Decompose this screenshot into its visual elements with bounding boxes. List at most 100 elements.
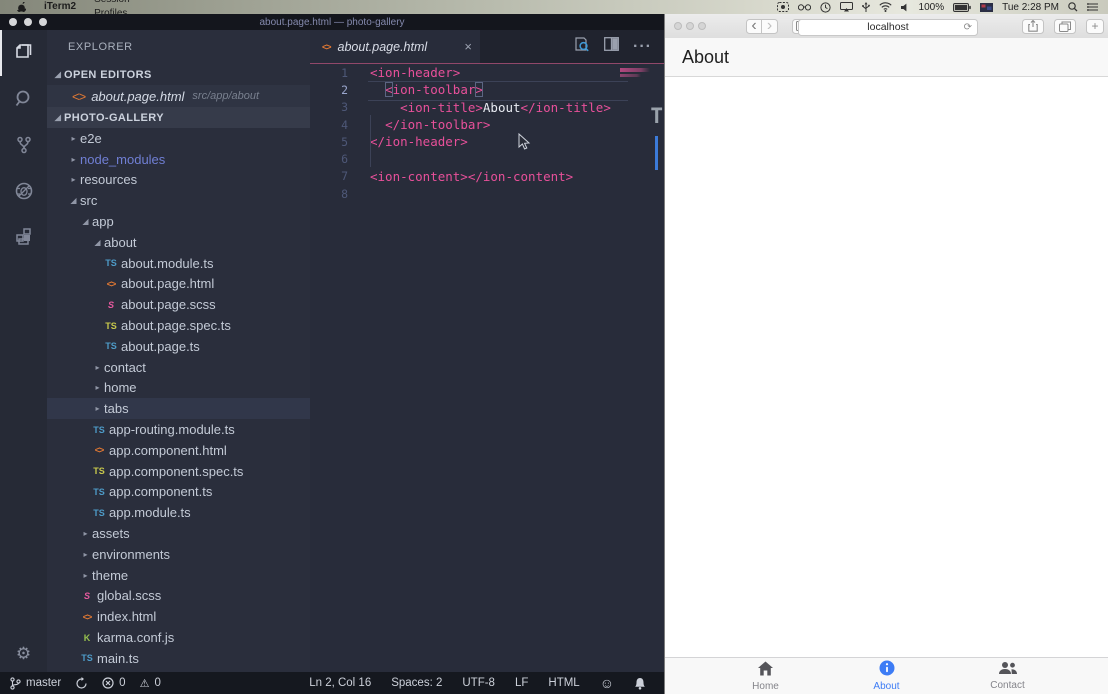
tree-file-about.module.ts[interactable]: TSabout.module.ts (47, 253, 310, 274)
sync-button[interactable] (75, 677, 88, 690)
tree-file-about.page.ts[interactable]: TSabout.page.ts (47, 336, 310, 357)
new-tab-button[interactable]: + (1086, 19, 1104, 34)
tree-folder-app[interactable]: ◢app (47, 211, 310, 232)
airplay-icon[interactable] (840, 2, 853, 12)
zoom-window-button[interactable] (39, 18, 47, 26)
tree-file-app.component.html[interactable]: <>app.component.html (47, 440, 310, 461)
code-line-2[interactable]: 2 <ion-toolbar> (310, 81, 664, 98)
tree-file-about.page.html[interactable]: <>about.page.html (47, 274, 310, 295)
wifi-icon[interactable] (879, 2, 892, 12)
close-tab-icon[interactable]: × (464, 39, 472, 54)
battery-icon[interactable] (953, 3, 971, 12)
apple-menu-icon[interactable] (8, 0, 35, 14)
tree-folder-src[interactable]: ◢src (47, 190, 310, 211)
tree-folder-contact[interactable]: ▸contact (47, 357, 310, 378)
tree-file-main.ts[interactable]: TSmain.ts (47, 648, 310, 669)
tree-folder-theme[interactable]: ▸theme (47, 565, 310, 586)
tree-file-app.component.spec.ts[interactable]: TSapp.component.spec.ts (47, 461, 310, 482)
spotlight-icon[interactable] (1068, 2, 1078, 12)
address-bar[interactable]: localhost ⟳ (798, 19, 978, 36)
menubar-app-name[interactable]: iTerm2 (35, 0, 85, 14)
code-line-6[interactable]: 6 (310, 150, 664, 167)
source-control-icon[interactable] (0, 122, 47, 168)
file-tree: ▸e2e▸node_modules▸resources◢src◢app◢abou… (47, 128, 310, 669)
notification-center-icon[interactable] (1087, 3, 1098, 12)
tree-folder-about[interactable]: ◢about (47, 232, 310, 253)
input-source-flag-icon[interactable] (980, 3, 993, 12)
forward-button[interactable]: › (762, 19, 778, 34)
tree-folder-assets[interactable]: ▸assets (47, 523, 310, 544)
tree-file-about.page.spec.ts[interactable]: TSabout.page.spec.ts (47, 315, 310, 336)
cursor-position[interactable]: Ln 2, Col 16 (299, 677, 381, 689)
tab-home[interactable]: Home (705, 658, 826, 694)
indentation-setting[interactable]: Spaces: 2 (381, 677, 452, 689)
close-window-button[interactable] (674, 22, 682, 30)
minimize-window-button[interactable] (686, 22, 694, 30)
code-editor[interactable]: 1<ion-header>2 <ion-toolbar>3 <ion-title… (310, 64, 664, 672)
code-line-7[interactable]: 7<ion-content></ion-content> (310, 168, 664, 185)
indent-guide (370, 115, 371, 167)
language-mode[interactable]: HTML (538, 677, 589, 689)
project-header[interactable]: ◢ PHOTO-GALLERY (47, 107, 310, 128)
feedback-smiley-icon[interactable]: ☺ (590, 675, 624, 691)
code-line-3[interactable]: 3 <ion-title>About</ion-title> (310, 99, 664, 116)
reload-icon[interactable]: ⟳ (964, 22, 972, 33)
git-branch-indicator[interactable]: master (10, 677, 61, 690)
tab-about[interactable]: About (826, 658, 947, 694)
vscode-traffic-lights[interactable] (9, 18, 47, 26)
extensions-icon[interactable] (0, 214, 47, 260)
open-editor-item[interactable]: <> about.page.html src/app/about (47, 85, 310, 107)
close-window-button[interactable] (9, 18, 17, 26)
tree-file-index.html[interactable]: <>index.html (47, 606, 310, 627)
menubar-item-session[interactable]: Session (85, 0, 139, 7)
tree-folder-tabs[interactable]: ▸tabs (47, 398, 310, 419)
code-line-4[interactable]: 4 </ion-toolbar> (310, 116, 664, 133)
tree-file-app-routing.module.ts[interactable]: TSapp-routing.module.ts (47, 419, 310, 440)
code-line-1[interactable]: 1<ion-header> (310, 64, 664, 81)
more-actions-icon[interactable]: ··· (633, 38, 652, 56)
back-button[interactable]: ‹ (746, 19, 762, 34)
eol-setting[interactable]: LF (505, 677, 538, 689)
volume-icon[interactable] (901, 3, 910, 12)
tree-folder-e2e[interactable]: ▸e2e (47, 128, 310, 149)
errors-indicator[interactable]: 0 (102, 677, 125, 689)
encoding-setting[interactable]: UTF-8 (452, 677, 505, 689)
tab-about-page-html[interactable]: <> about.page.html × (310, 30, 480, 63)
split-editor-icon[interactable] (604, 37, 619, 56)
tree-file-app.component.ts[interactable]: TSapp.component.ts (47, 482, 310, 503)
minimap[interactable] (620, 66, 650, 82)
show-tabs-button[interactable] (1054, 19, 1076, 34)
tree-file-karma.conf.js[interactable]: Kkarma.conf.js (47, 627, 310, 648)
settings-gear-icon[interactable]: ⚙ (0, 644, 47, 664)
glasses-icon[interactable] (798, 3, 811, 11)
tree-folder-home[interactable]: ▸home (47, 378, 310, 399)
debug-icon[interactable] (0, 168, 47, 214)
share-button[interactable] (1022, 19, 1044, 34)
screen-recording-icon[interactable] (777, 2, 789, 12)
tree-folder-node_modules[interactable]: ▸node_modules (47, 149, 310, 170)
ts-file-icon: TS (91, 487, 107, 497)
warnings-indicator[interactable]: ⚠ 0 (140, 677, 161, 690)
notifications-bell-icon[interactable] (624, 677, 656, 690)
zoom-window-button[interactable] (698, 22, 706, 30)
find-in-file-icon[interactable] (574, 37, 590, 57)
safari-traffic-lights[interactable] (674, 22, 706, 30)
chevron-down-icon: ◢ (52, 70, 64, 79)
chevron-down-icon: ◢ (91, 238, 104, 247)
tab-contact[interactable]: Contact (947, 658, 1068, 694)
tree-folder-environments[interactable]: ▸environments (47, 544, 310, 565)
tree-file-global.scss[interactable]: Sglobal.scss (47, 586, 310, 607)
minimize-window-button[interactable] (24, 18, 32, 26)
code-line-5[interactable]: 5</ion-header> (310, 133, 664, 150)
code-line-8[interactable]: 8 (310, 185, 664, 202)
time-machine-icon[interactable] (820, 2, 831, 13)
tree-file-about.page.scss[interactable]: Sabout.page.scss (47, 294, 310, 315)
usb-icon[interactable] (862, 2, 870, 13)
menubar-clock[interactable]: Tue 2:28 PM (1002, 2, 1059, 13)
search-icon[interactable] (0, 76, 47, 122)
open-editors-header[interactable]: ◢ OPEN EDITORS (47, 64, 310, 85)
tree-file-app.module.ts[interactable]: TSapp.module.ts (47, 502, 310, 523)
vscode-titlebar[interactable]: about.page.html — photo-gallery (0, 14, 664, 30)
tree-folder-resources[interactable]: ▸resources (47, 170, 310, 191)
explorer-icon[interactable] (0, 30, 47, 76)
